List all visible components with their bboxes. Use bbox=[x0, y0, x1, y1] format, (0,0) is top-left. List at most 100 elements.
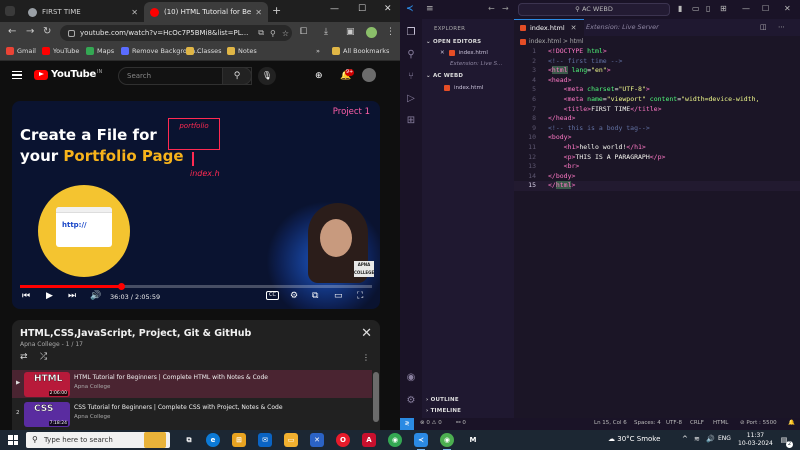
clock[interactable]: 11:37 10-03-2024 bbox=[738, 432, 773, 448]
create-video-icon[interactable]: ⊕ bbox=[315, 71, 323, 81]
tray-expand-icon[interactable]: ^ bbox=[682, 435, 688, 443]
live-server-port[interactable]: ⊘ Port : 5500 bbox=[740, 420, 777, 426]
playlist-scrollbar[interactable] bbox=[373, 372, 379, 422]
open-editor-index-html[interactable]: ✕ index.html bbox=[440, 50, 488, 56]
layout-icon[interactable]: ⊞ bbox=[720, 4, 727, 13]
code-editor[interactable]: index.html ✕ Extension: Live Server ◫ ⋯ i… bbox=[514, 19, 800, 418]
chrome-active-icon[interactable]: ◉ bbox=[440, 433, 454, 450]
youtube-logo[interactable]: YouTube IN bbox=[34, 69, 102, 80]
reload-icon[interactable]: ↻ bbox=[43, 26, 51, 37]
miniplayer-icon[interactable]: ⧉ bbox=[312, 291, 318, 301]
toggle-panel-icon[interactable]: ▭ bbox=[692, 4, 700, 13]
file-index-html[interactable]: index.html bbox=[444, 85, 483, 91]
loop-icon[interactable]: ⇄ bbox=[20, 352, 28, 362]
close-window-icon[interactable]: ✕ bbox=[384, 4, 392, 14]
app-m-icon[interactable]: M bbox=[466, 433, 480, 447]
back-icon[interactable]: ← bbox=[488, 4, 495, 13]
toggle-secondary-icon[interactable]: ▯ bbox=[706, 4, 710, 13]
tab-first-time[interactable]: FIRST TIME ✕ bbox=[22, 2, 144, 22]
task-view-icon[interactable]: ⧉ bbox=[182, 433, 196, 447]
open-in-icon[interactable]: ⧉ bbox=[258, 28, 264, 38]
minimize-icon[interactable]: — bbox=[330, 4, 339, 14]
menu-dots-icon[interactable]: ⋮ bbox=[386, 27, 395, 37]
explorer-files-icon[interactable]: ❐ bbox=[405, 27, 417, 39]
shuffle-icon[interactable]: ⤮ bbox=[40, 352, 47, 362]
bookmark-notes[interactable]: Notes bbox=[227, 47, 257, 55]
tab-youtube[interactable]: (10) HTML Tutorial for Beginners ✕ bbox=[144, 2, 268, 22]
extensions-icon[interactable]: ⧠ bbox=[300, 27, 307, 37]
close-tab-icon[interactable]: ✕ bbox=[571, 24, 577, 32]
remote-icon[interactable]: ≷ bbox=[400, 418, 414, 430]
close-icon[interactable]: ✕ bbox=[361, 326, 372, 341]
account-icon[interactable]: ◉ bbox=[405, 372, 417, 384]
tab-search-icon[interactable] bbox=[5, 6, 15, 16]
microphone-icon[interactable]: 🎙 bbox=[258, 67, 276, 85]
forward-icon[interactable]: → bbox=[502, 4, 509, 13]
tab-live-server[interactable]: Extension: Live Server bbox=[586, 23, 659, 31]
address-bar[interactable]: youtube.com/watch?v=HcOc7P5BMi8&list=PL.… bbox=[60, 25, 292, 41]
toggle-sidebar-icon[interactable]: ▮ bbox=[678, 4, 682, 13]
settings-gear-icon[interactable]: ⚙ bbox=[290, 291, 298, 301]
language-indicator[interactable]: ENG bbox=[718, 435, 731, 442]
xbox-icon[interactable]: ✕ bbox=[310, 433, 324, 447]
next-icon[interactable]: ⏭ bbox=[68, 291, 76, 301]
back-icon[interactable]: ← bbox=[8, 26, 16, 37]
more-options-icon[interactable]: ⋮ bbox=[362, 353, 370, 362]
video-player[interactable]: Create a File for your Portfolio Page Pr… bbox=[12, 101, 380, 309]
bookmarks-overflow-icon[interactable]: » bbox=[316, 47, 320, 55]
bookmark-classes[interactable]: Classes bbox=[186, 47, 222, 55]
windows-start-icon[interactable] bbox=[8, 435, 18, 445]
fullscreen-icon[interactable]: ⛶ bbox=[357, 291, 363, 301]
language-mode[interactable]: HTML bbox=[713, 420, 728, 426]
manage-gear-icon[interactable]: ⚙ bbox=[405, 395, 417, 407]
search-icon[interactable]: ⚲ bbox=[405, 49, 417, 61]
file-explorer-icon[interactable]: ▭ bbox=[284, 433, 298, 447]
problems-status[interactable]: ⊗ 0 ⚠ 0 bbox=[420, 420, 442, 426]
bookmark-gmail[interactable]: Gmail bbox=[6, 47, 36, 55]
open-editor-live-server[interactable]: Extension: Live S... bbox=[450, 61, 502, 67]
menu-icon[interactable]: ≡ bbox=[426, 4, 434, 14]
encoding[interactable]: UTF-8 bbox=[666, 420, 682, 426]
timeline-section[interactable]: › TIMELINE bbox=[426, 408, 461, 414]
bookmark-maps[interactable]: Maps bbox=[86, 47, 114, 55]
notifications-bell-icon[interactable]: 🔔 bbox=[788, 420, 795, 426]
new-tab-icon[interactable]: + bbox=[272, 4, 281, 17]
playlist-title[interactable]: HTML,CSS,JavaScript, Project, Git & GitH… bbox=[20, 328, 251, 339]
open-editors-section[interactable]: ⌄ OPEN EDITORS bbox=[426, 39, 481, 45]
more-actions-icon[interactable]: ⋯ bbox=[778, 23, 785, 31]
all-bookmarks[interactable]: All Bookmarks bbox=[332, 47, 389, 55]
edge-icon[interactable]: e bbox=[206, 433, 220, 447]
video-progress-bar[interactable] bbox=[20, 283, 372, 290]
profile-avatar[interactable] bbox=[366, 27, 377, 38]
cursor-position[interactable]: Ln 15, Col 6 bbox=[594, 420, 627, 426]
source-control-icon[interactable]: ⑂ bbox=[405, 71, 417, 83]
side-panel-icon[interactable]: ▣ bbox=[346, 27, 355, 37]
wifi-icon[interactable]: ≋ bbox=[694, 435, 700, 443]
weather-widget[interactable]: ☁ 30°C Smoke bbox=[608, 435, 660, 443]
mail-icon[interactable]: ✉ bbox=[258, 433, 272, 447]
progress-scrubber[interactable] bbox=[117, 283, 125, 290]
tab-index-html[interactable]: index.html ✕ bbox=[514, 19, 584, 36]
vscode-taskbar-icon[interactable]: ≺ bbox=[414, 433, 428, 450]
run-debug-icon[interactable]: ▷ bbox=[405, 93, 417, 105]
maximize-icon[interactable]: ☐ bbox=[358, 4, 366, 14]
extensions-icon[interactable]: ⊞ bbox=[405, 115, 417, 127]
close-window-icon[interactable]: ✕ bbox=[784, 4, 791, 13]
chrome-icon[interactable]: ◉ bbox=[388, 433, 402, 447]
workspace-section[interactable]: ⌄ AC WEBD bbox=[426, 73, 463, 79]
playlist-item[interactable]: ▶ HTML 2:06:00 HTML Tutorial for Beginne… bbox=[12, 370, 372, 398]
minimize-icon[interactable]: — bbox=[742, 4, 750, 13]
previous-icon[interactable]: ⏮ bbox=[22, 291, 30, 301]
split-editor-icon[interactable]: ◫ bbox=[760, 23, 767, 31]
hamburger-menu-icon[interactable] bbox=[12, 71, 22, 79]
youtube-avatar[interactable] bbox=[362, 68, 376, 82]
forward-icon[interactable]: → bbox=[26, 26, 34, 37]
downloads-icon[interactable]: ⤓ bbox=[324, 27, 328, 37]
volume-icon[interactable]: 🔊 bbox=[90, 291, 101, 301]
volume-icon[interactable]: 🔊 bbox=[706, 435, 715, 443]
search-highlight-icon[interactable] bbox=[144, 432, 166, 448]
ports-status[interactable]: ⚯ 0 bbox=[456, 420, 466, 426]
captions-button[interactable]: CC bbox=[266, 291, 279, 300]
store-icon[interactable]: ⊞ bbox=[232, 433, 246, 447]
amd-icon[interactable]: A bbox=[362, 433, 376, 447]
